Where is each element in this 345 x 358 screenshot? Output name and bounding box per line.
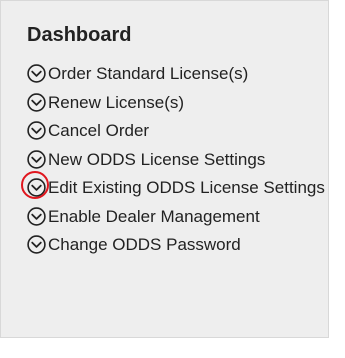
chevron-down-circle-icon[interactable] [27,121,46,140]
menu-item-cancel-order[interactable]: Cancel Order [27,117,327,145]
menu-item-order-standard-license[interactable]: Order Standard License(s) [27,60,327,88]
menu-item-label[interactable]: New ODDS License Settings [48,150,265,169]
menu-item-label[interactable]: Change ODDS Password [48,235,241,254]
chevron-down-circle-icon[interactable] [27,149,46,169]
menu-item-label[interactable]: Order Standard License(s) [48,64,248,83]
menu-item-new-odds-license-settings[interactable]: New ODDS License Settings [27,146,327,174]
highlight-circle [21,171,49,199]
menu-item-label[interactable]: Enable Dealer Management [48,207,260,226]
dashboard-title: Dashboard [27,24,132,46]
menu-item-label[interactable]: Cancel Order [48,121,149,140]
menu-item-enable-dealer-management[interactable]: Enable Dealer Management [27,203,327,231]
chevron-down-circle-icon[interactable] [27,64,46,83]
chevron-down-circle-icon[interactable] [27,235,46,254]
chevron-down-circle-icon[interactable] [27,206,46,226]
menu-item-edit-existing-odds-license-settings[interactable]: Edit Existing ODDS License Settings [21,171,327,202]
menu-item-change-odds-password[interactable]: Change ODDS Password [27,231,327,259]
menu-item-label[interactable]: Edit Existing ODDS License Settings [48,178,325,197]
chevron-down-circle-icon[interactable] [21,171,49,199]
dashboard-menu: Order Standard License(s) Renew License(… [21,60,327,260]
chevron-down-circle-icon[interactable] [27,92,46,112]
menu-item-renew-license[interactable]: Renew License(s) [27,89,327,117]
dashboard-panel: Dashboard Order Standard License(s) Rene… [0,0,329,338]
menu-item-label[interactable]: Renew License(s) [48,93,184,112]
